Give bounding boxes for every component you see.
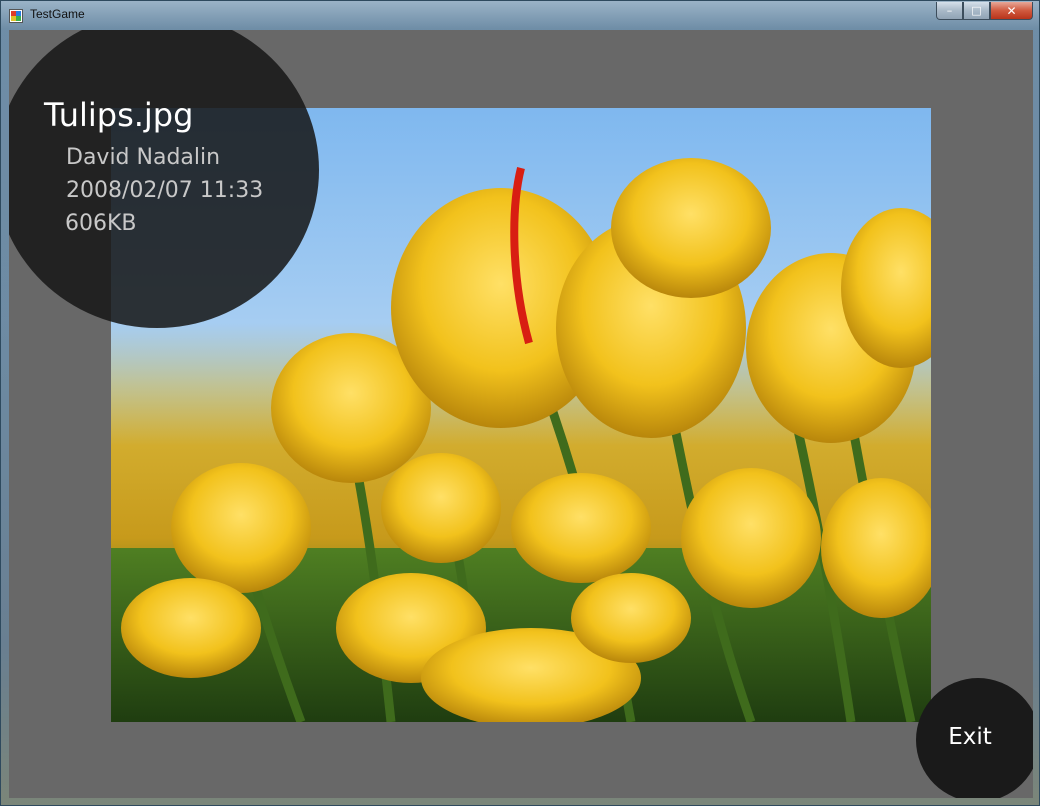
minimize-button[interactable]: – bbox=[936, 2, 963, 20]
maximize-button[interactable]: □ bbox=[963, 2, 990, 20]
maximize-icon: □ bbox=[971, 4, 982, 17]
minimize-icon: – bbox=[946, 4, 953, 17]
window-title: TestGame bbox=[30, 7, 85, 21]
exit-button[interactable]: Exit bbox=[916, 678, 1033, 798]
game-viewport: Tulips.jpg David Nadalin 2008/02/07 11:3… bbox=[9, 30, 1033, 798]
exit-label: Exit bbox=[948, 724, 992, 750]
caption-buttons: – □ ✕ bbox=[936, 2, 1033, 21]
app-window: TestGame – □ ✕ Tulips.jpg David Nadalin … bbox=[0, 0, 1040, 806]
photo-datetime: 2008/02/07 11:33 bbox=[66, 178, 264, 203]
file-name: Tulips.jpg bbox=[44, 96, 194, 134]
app-icon bbox=[9, 8, 23, 23]
photo-file-size: 606KB bbox=[65, 211, 137, 236]
title-bar[interactable]: TestGame – □ ✕ bbox=[1, 1, 1039, 29]
close-icon: ✕ bbox=[1006, 3, 1017, 18]
close-button[interactable]: ✕ bbox=[990, 2, 1033, 20]
photo-author: David Nadalin bbox=[66, 145, 221, 170]
